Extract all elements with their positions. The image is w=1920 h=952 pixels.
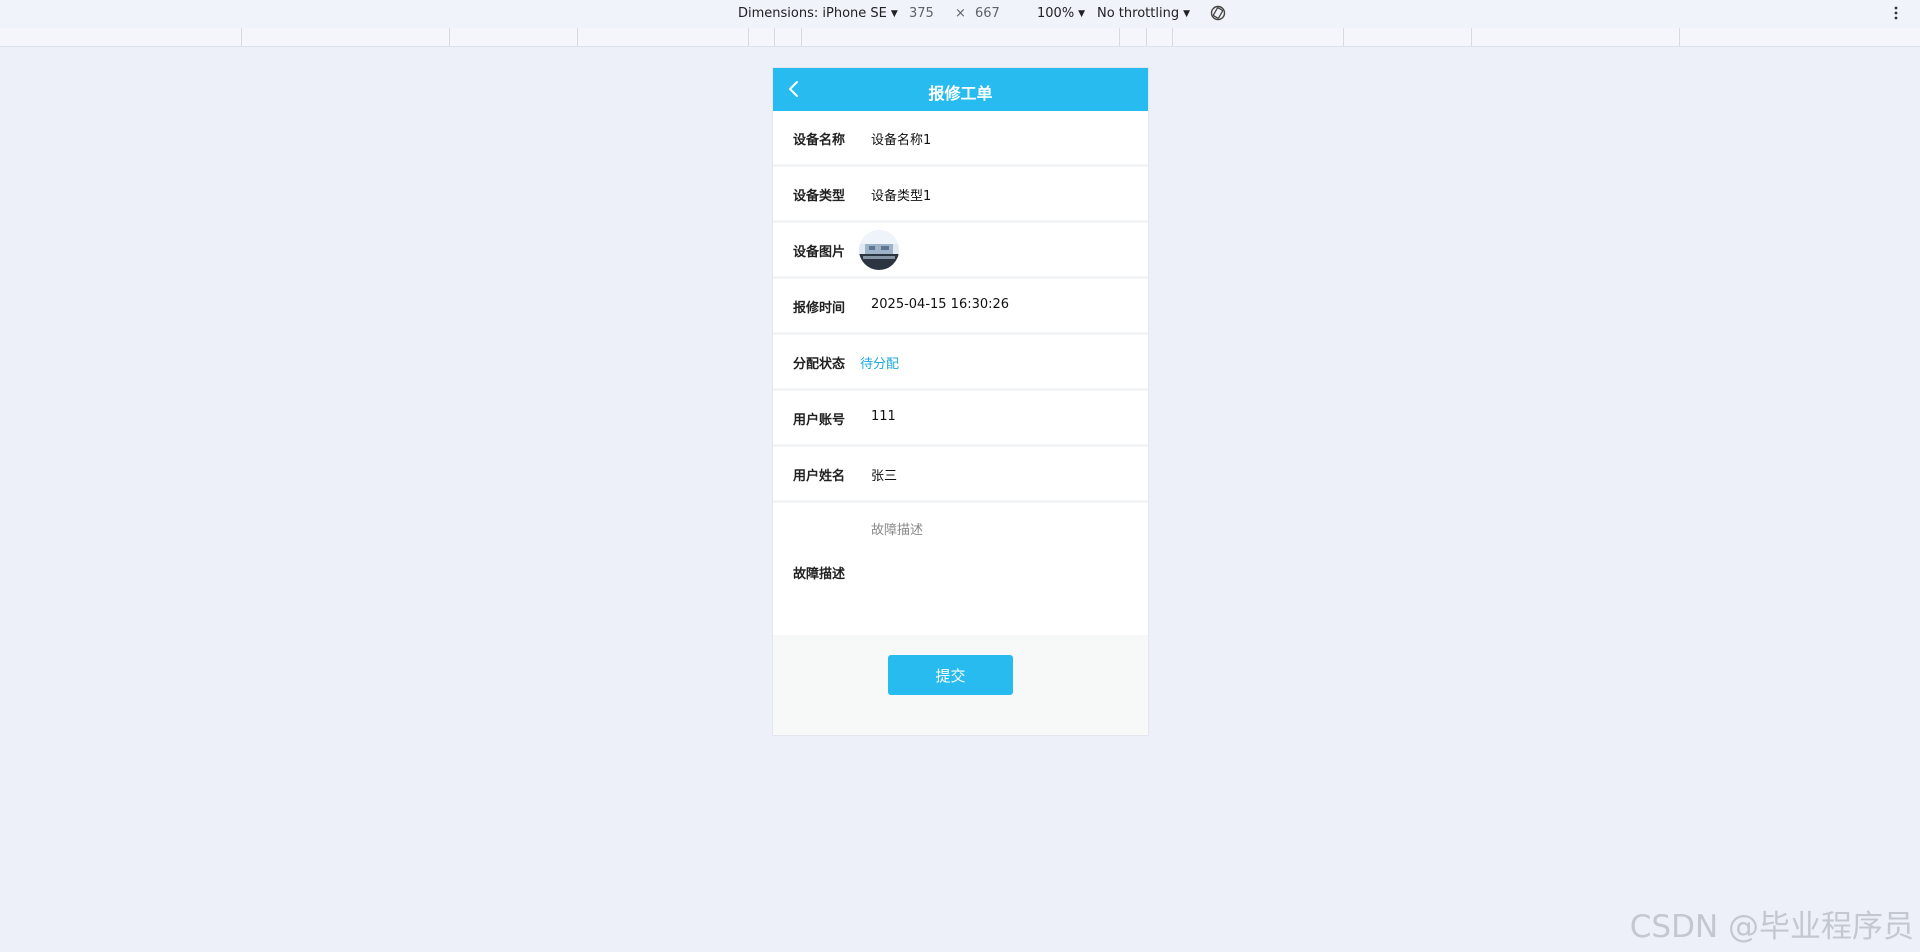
device-image-thumbnail[interactable]	[859, 230, 899, 270]
throttling-label: No throttling	[1097, 6, 1180, 21]
field-label: 用户姓名	[793, 469, 846, 484]
device-height-input[interactable]: 667	[975, 6, 1000, 21]
field-value: 设备类型1	[871, 189, 932, 204]
field-row-report-time: 报修时间 2025-04-15 16:30:26	[773, 279, 1148, 336]
field-label: 用户账号	[793, 413, 846, 428]
field-row-user-name: 用户姓名 张三	[773, 447, 1148, 504]
device-dimensions-label: Dimensions: iPhone SE	[738, 6, 887, 21]
field-value: 设备名称1	[871, 133, 932, 148]
throttling-dropdown[interactable]: No throttling ▼	[1097, 6, 1190, 21]
submit-button[interactable]: 提交	[888, 655, 1013, 695]
media-query-ruler	[0, 28, 1920, 47]
ruler-tick	[1343, 28, 1344, 46]
zoom-dropdown[interactable]: 100% ▼	[1037, 6, 1085, 21]
phone-viewport: 报修工单 设备名称 设备名称1 设备类型 设备类型1 设备图片 报修时间 202…	[773, 68, 1148, 735]
nav-bar: 报修工单	[773, 68, 1148, 111]
field-row-device-type: 设备类型 设备类型1	[773, 167, 1148, 224]
watermark: CSDN @毕业程序员	[1629, 909, 1914, 945]
field-label: 故障描述	[793, 567, 846, 582]
field-row-assign-status: 分配状态 待分配	[773, 335, 1148, 392]
ruler-tick	[1146, 28, 1147, 46]
ruler-tick	[1119, 28, 1120, 46]
field-label: 设备类型	[793, 189, 846, 204]
field-label: 报修时间	[793, 301, 846, 316]
field-row-user-account: 用户账号 111	[773, 391, 1148, 448]
devtools-device-toolbar: Dimensions: iPhone SE ▼ 375 × 667 100% ▼ N…	[0, 0, 1920, 29]
field-label: 分配状态	[793, 357, 846, 372]
ruler-tick	[801, 28, 802, 46]
device-dimensions-dropdown[interactable]: Dimensions: iPhone SE ▼	[738, 6, 898, 21]
ruler-tick	[241, 28, 242, 46]
ruler-tick	[748, 28, 749, 46]
ruler-tick	[1679, 28, 1680, 46]
field-value: 张三	[871, 469, 898, 484]
caret-down-icon: ▼	[890, 9, 898, 19]
device-photo-icon	[859, 230, 899, 270]
caret-down-icon: ▼	[1183, 9, 1190, 19]
ruler-tick	[449, 28, 450, 46]
caret-down-icon: ▼	[1078, 9, 1086, 19]
field-value: 2025-04-15 16:30:26	[871, 297, 1010, 312]
device-width-input[interactable]: 375	[909, 6, 934, 21]
fault-description-input[interactable]	[867, 515, 1140, 631]
ruler-tick	[577, 28, 578, 46]
field-label: 设备图片	[793, 245, 846, 260]
field-value: 111	[871, 409, 896, 424]
field-row-device-image: 设备图片	[773, 223, 1148, 280]
zoom-label: 100%	[1037, 6, 1075, 21]
field-label: 设备名称	[793, 133, 846, 148]
more-options-icon[interactable]	[1893, 5, 1899, 21]
ruler-tick	[774, 28, 775, 46]
rotate-icon[interactable]	[1209, 4, 1227, 22]
page-title: 报修工单	[928, 84, 993, 103]
ruler-tick	[1172, 28, 1173, 46]
ruler-tick	[1471, 28, 1472, 46]
field-row-device-name: 设备名称 设备名称1	[773, 111, 1148, 168]
status-badge: 待分配	[860, 357, 900, 372]
field-row-fault-description: 故障描述	[773, 503, 1148, 635]
dimension-times-label: ×	[955, 6, 966, 21]
